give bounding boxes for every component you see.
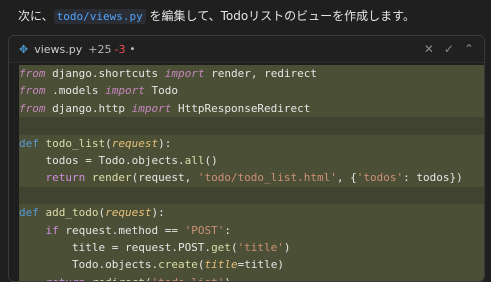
code-line-1: from django.shortcuts import render, red… <box>19 65 484 83</box>
file-path-code: todo/views.py <box>53 9 146 24</box>
code-block[interactable]: from django.shortcuts import render, red… <box>19 65 484 281</box>
instruction-text: 次に、 todo/views.py を編集して、Todoリストのビューを作成します… <box>18 7 415 26</box>
code-line-10: if request.method == 'POST': <box>19 221 484 239</box>
code-line-7: return render(request, 'todo/todo_list.h… <box>19 169 484 187</box>
additions-count: +25 <box>88 42 112 56</box>
python-file-icon: ✥ <box>19 42 29 56</box>
file-name[interactable]: views.py <box>34 43 82 56</box>
close-icon[interactable]: ✕ <box>424 42 434 56</box>
code-line-3: from django.http import HttpResponseRedi… <box>19 99 484 118</box>
deletions-count: -3 <box>114 42 126 56</box>
editor-header: ✥ views.py +25 -3 • ✕ ✓ ⌃ <box>9 36 484 63</box>
modified-dot-icon: • <box>129 43 136 55</box>
code-line-11: title = request.POST.get('title') <box>19 238 484 257</box>
code-line-8 <box>19 186 484 205</box>
code-line-2: from .models import Todo <box>19 82 484 100</box>
code-line-4 <box>19 117 484 135</box>
code-editor-panel: ✥ views.py +25 -3 • ✕ ✓ ⌃ from django.sh… <box>8 35 485 282</box>
code-line-12: Todo.objects.create(title=title) <box>19 256 484 274</box>
chevron-up-icon[interactable]: ⌃ <box>464 42 474 56</box>
code-line-6: todos = Todo.objects.all() <box>19 151 484 170</box>
code-line-9: def add_todo(request): <box>19 204 484 222</box>
code-line-5: def todo_list(request): <box>19 134 484 152</box>
check-icon[interactable]: ✓ <box>444 42 454 56</box>
instruction-prefix: 次に、 <box>18 9 54 23</box>
editor-actions: ✕ ✓ ⌃ <box>424 42 474 56</box>
instruction-suffix: を編集して、Todoリストのビューを作成します。 <box>145 9 415 23</box>
